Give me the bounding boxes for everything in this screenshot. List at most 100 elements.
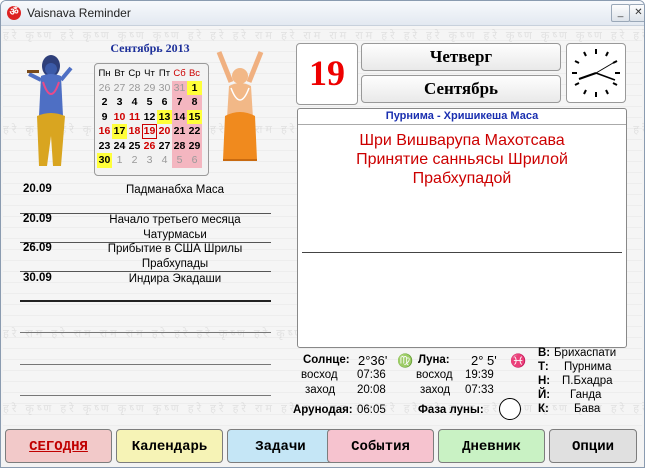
calendar-day[interactable]: 1: [187, 80, 202, 95]
calendar-day[interactable]: 23: [97, 139, 112, 154]
mini-calendar[interactable]: Пн Вт Ср Чт Пт Сб Вс 26 27 28 29 30 31 1: [94, 63, 209, 176]
calendar-day[interactable]: 22: [187, 124, 202, 139]
bottom-nav: СЕГОДНЯ Календарь Задачи События Дневник…: [5, 429, 641, 465]
close-icon[interactable]: ✕: [629, 4, 644, 22]
today-button[interactable]: СЕГОДНЯ: [5, 429, 112, 463]
day-events-panel[interactable]: Пурнима - Хришикеша Маса Шри Вишварупа М…: [297, 108, 627, 348]
calendar-day[interactable]: 6: [157, 95, 172, 110]
calendar-day[interactable]: 18: [127, 124, 142, 139]
info-value: Ганда: [570, 389, 602, 401]
weekday-header: Чт: [144, 67, 155, 79]
moon-phase-icon: [499, 398, 521, 420]
calendar-day[interactable]: 20: [157, 124, 172, 139]
calendar-day[interactable]: 3: [142, 153, 157, 168]
calendar-day[interactable]: 29: [142, 81, 157, 96]
calendar-day[interactable]: 8: [187, 95, 202, 110]
calendar-day[interactable]: 12: [142, 110, 157, 125]
calendar-day[interactable]: 5: [142, 95, 157, 110]
event-item[interactable]: 20.09 Начало третьего месяца Чатурмасьи: [20, 213, 271, 243]
title-bar: ॐ Vaisnava Reminder _ ✕: [1, 1, 644, 26]
calendar-day[interactable]: 28: [172, 138, 187, 153]
arunodaya-label: Арунодая:: [293, 404, 353, 416]
calendar-day[interactable]: 4: [157, 153, 172, 168]
today-month[interactable]: Сентябрь: [361, 75, 561, 103]
info-key: Н:: [538, 375, 551, 387]
calendar-day[interactable]: 27: [112, 81, 127, 96]
event-date: 20.09: [23, 183, 52, 195]
calendar-day[interactable]: 30: [157, 81, 172, 96]
sunset-time: 20:08: [357, 384, 386, 396]
calendar-day[interactable]: 17: [112, 124, 127, 139]
calendar-day-today[interactable]: 19: [142, 124, 157, 139]
moonset-label: заход: [420, 384, 451, 396]
moonset-time: 07:33: [465, 384, 494, 396]
calendar-day[interactable]: 27: [157, 139, 172, 154]
info-key: В:: [538, 347, 551, 359]
diary-button[interactable]: Дневник: [438, 429, 545, 463]
calendar-day[interactable]: 7: [172, 95, 187, 110]
calendar-day[interactable]: 1: [112, 153, 127, 168]
calendar-day[interactable]: 15: [187, 109, 202, 124]
calendar-day[interactable]: 16: [97, 124, 112, 139]
calendar-day[interactable]: 5: [172, 153, 187, 168]
app-logo-icon: ॐ: [7, 6, 21, 20]
events-button[interactable]: События: [327, 429, 434, 463]
weekday-header: Сб: [173, 67, 186, 79]
panel-header: Пурнима - Хришикеша Маса: [298, 109, 626, 125]
calendar-day[interactable]: 9: [97, 110, 112, 125]
chaitanya-image: [216, 51, 264, 161]
info-value: Бава: [574, 403, 601, 415]
sun-label: Солнце:: [303, 354, 350, 366]
clock-widget: [566, 43, 626, 103]
calendar-button[interactable]: Календарь: [116, 429, 223, 463]
divider: [20, 332, 271, 333]
calendar-day[interactable]: 10: [112, 110, 127, 125]
calendar-day[interactable]: 21: [172, 124, 187, 139]
weekday-header: Пт: [158, 67, 171, 79]
options-button[interactable]: Опции: [549, 429, 637, 463]
minimize-button[interactable]: _: [611, 4, 630, 22]
calendar-day[interactable]: 6: [187, 153, 202, 168]
calendar-day[interactable]: 24: [112, 139, 127, 154]
calendar-day[interactable]: 2: [97, 95, 112, 110]
moon-phase-label: Фаза луны:: [418, 404, 484, 416]
info-value: Брихаспати: [554, 347, 617, 359]
calendar-day[interactable]: 2: [127, 153, 142, 168]
panel-divider: [302, 252, 622, 253]
panel-event-line: Шри Вишварупа Махотсава: [359, 132, 565, 149]
arunodaya-time: 06:05: [357, 404, 386, 416]
calendar-day[interactable]: 31: [172, 80, 187, 95]
calendar-day[interactable]: 3: [112, 95, 127, 110]
event-title: Прибытие в США Шрилы Прабхупады: [107, 243, 243, 270]
today-weekday[interactable]: Четверг: [361, 43, 561, 71]
pisces-icon: ♓: [510, 353, 527, 368]
event-item[interactable]: 26.09 Прибытие в США Шрилы Прабхупады: [20, 242, 271, 272]
calendar-day[interactable]: 25: [127, 139, 142, 154]
today-day-number[interactable]: 19: [296, 43, 358, 105]
calendar-day[interactable]: 28: [127, 81, 142, 96]
calendar-day[interactable]: 29: [187, 138, 202, 153]
info-key: Й:: [538, 389, 551, 401]
weekday-header: Вс: [188, 67, 201, 79]
event-title: Падманабха Маса: [125, 184, 225, 196]
calendar-day[interactable]: 26: [142, 139, 157, 154]
sun-value: 2°36': [358, 353, 388, 368]
calendar-day[interactable]: 4: [127, 95, 142, 110]
app-window: ॐ Vaisnava Reminder _ ✕ हरे कृष्ण हरे कृ…: [0, 0, 645, 468]
event-title: Индира Экадаши: [128, 273, 222, 285]
divider: [20, 300, 271, 302]
calendar-day[interactable]: 30: [97, 153, 112, 168]
calendar-day[interactable]: 26: [97, 81, 112, 96]
sunset-label: заход: [305, 384, 336, 396]
calendar-day[interactable]: 13: [157, 109, 172, 124]
calendar-day[interactable]: 11: [127, 110, 142, 125]
calendar-day[interactable]: 14: [172, 109, 187, 124]
sunrise-time: 07:36: [357, 369, 386, 381]
event-item[interactable]: 20.09 Падманабха Маса: [20, 183, 271, 213]
event-date: 30.09: [23, 272, 52, 284]
tasks-button[interactable]: Задачи: [227, 429, 334, 463]
weekday-header: Вт: [114, 67, 125, 79]
event-title: Начало третьего месяца Чатурмасьи: [109, 214, 241, 241]
moon-value: 2° 5': [471, 353, 497, 368]
event-item[interactable]: 30.09 Индира Экадаши: [20, 272, 271, 288]
